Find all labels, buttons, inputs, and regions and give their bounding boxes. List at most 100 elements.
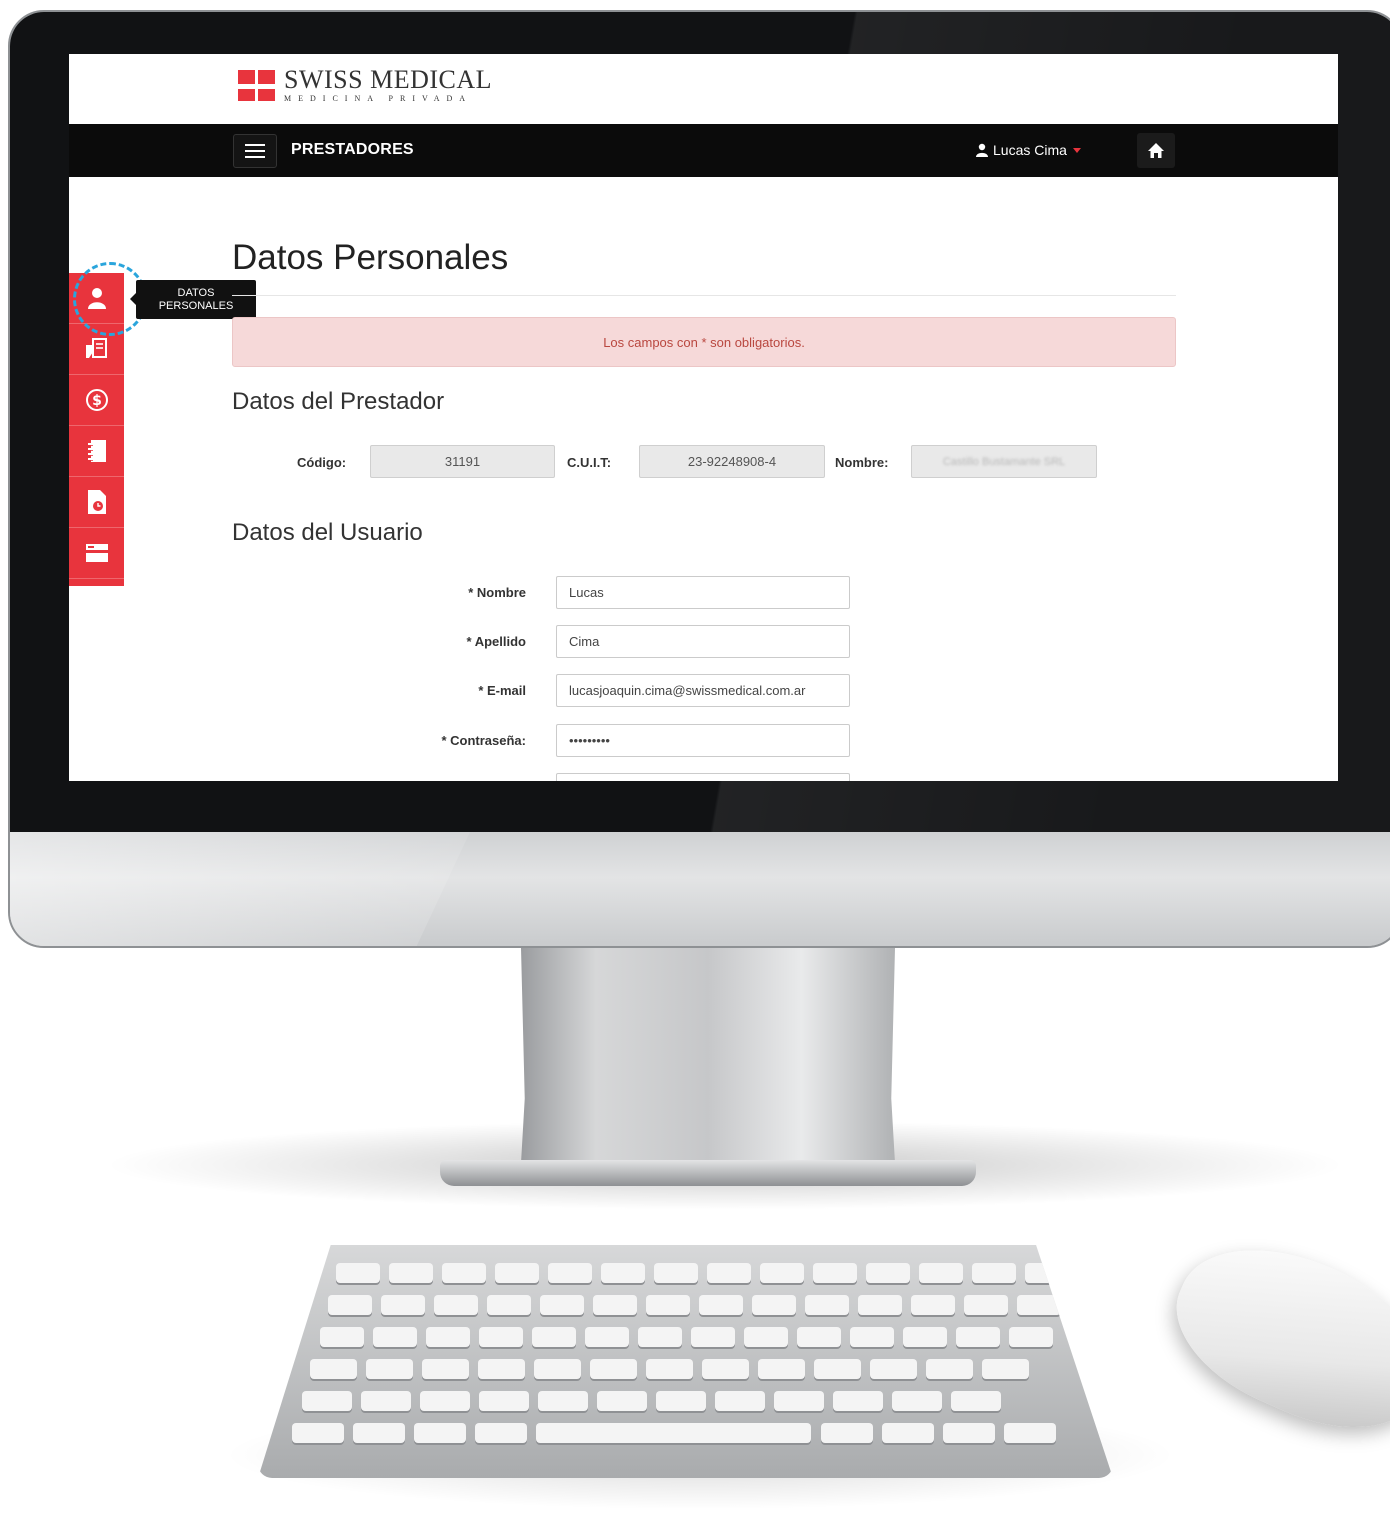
email-input[interactable] [556,674,850,707]
tooltip-line-2: PERSONALES [158,299,234,312]
sidebar-item-registro[interactable] [69,426,124,477]
keyboard-key [538,1391,588,1411]
sidebar-item-documentos[interactable] [69,477,124,528]
dollar-icon: $ [85,389,108,411]
logo[interactable]: SWISS MEDICAL MEDICINA PRIVADA [284,66,492,104]
keyboard-key [797,1327,841,1347]
keyboard-key [426,1327,470,1347]
tooltip-line-1: DATOS [177,286,215,299]
keyboard-key [479,1327,523,1347]
menu-toggle-button[interactable] [233,134,277,168]
user-menu-dropdown[interactable]: Lucas Cima [975,142,1081,158]
keyboard-key [373,1327,417,1347]
cuit-label: C.U.I.T: [567,455,612,470]
keyboard-key [540,1295,584,1315]
keyboard-key [850,1327,894,1347]
keyboard-key [1004,1423,1056,1443]
card-icon [85,544,108,562]
keyboard-key [534,1359,581,1379]
apellido-input[interactable] [556,625,850,658]
sidebar-item-tarjetas[interactable] [69,528,124,579]
next-field-partial[interactable] [556,773,850,781]
keyboard-key [943,1423,995,1443]
keyboard-key [813,1263,857,1283]
nav-title[interactable]: PRESTADORES [291,141,414,159]
keyboard-key [964,1295,1008,1315]
top-navbar: PRESTADORES Lucas Cima [69,124,1338,177]
logo-bar: SWISS MEDICAL MEDICINA PRIVADA [69,54,1338,125]
nombre-label: * Nombre [468,585,526,600]
keyboard-key [548,1263,592,1283]
keyboard-key [866,1263,910,1283]
keyboard-key [597,1391,647,1411]
keyboard-key [536,1423,811,1443]
nombre-prestador-label: Nombre: [835,455,889,470]
logo-name: SWISS MEDICAL [284,65,493,94]
sidebar-item-pagos[interactable]: $ [69,375,124,426]
keyboard-key [646,1359,693,1379]
keyboard-key [707,1263,751,1283]
section-title-prestador: Datos del Prestador [232,388,445,415]
keyboard-key [654,1263,698,1283]
nombre-input[interactable] [556,576,850,609]
keyboard-key [487,1295,531,1315]
section-title-usuario: Datos del Usuario [232,519,423,546]
keyboard-key [858,1295,902,1315]
keyboard-key [758,1359,805,1379]
keyboard-key [593,1295,637,1315]
keyboard-key [420,1391,470,1411]
keyboard-key [475,1423,527,1443]
keyboard-key [702,1359,749,1379]
keyboard-key [381,1295,425,1315]
keyboard-key [833,1391,883,1411]
keyboard-key [972,1263,1016,1283]
keyboard-key [882,1423,934,1443]
keyboard-key [903,1327,947,1347]
keyboard-key [752,1295,796,1315]
home-button[interactable] [1137,133,1175,168]
apellido-label: * Apellido [466,634,526,649]
keyboard-key [585,1327,629,1347]
keyboard-key [956,1327,1000,1347]
prescription-icon [85,338,107,358]
keyboard-key [328,1295,372,1315]
keyboard-key [422,1359,469,1379]
keyboard-key [870,1359,917,1379]
home-icon [1148,142,1164,158]
keyboard-key [656,1391,706,1411]
keyboard-key [366,1359,413,1379]
keyboard-key [361,1391,411,1411]
keyboard-key [310,1359,357,1379]
keyboard-key [805,1295,849,1315]
password-input[interactable] [556,724,850,757]
keyboard-key [1025,1263,1069,1283]
monitor-stand-base [440,1160,976,1186]
keyboard-key [1017,1295,1061,1315]
keyboard-key [434,1295,478,1315]
document-clock-icon [87,490,106,514]
keyboard-key [479,1391,529,1411]
sidebar-tooltip: DATOS PERSONALES [130,280,256,319]
logo-tagline: MEDICINA PRIVADA [284,94,473,103]
monitor-stand [521,948,895,1163]
keyboard-key [478,1359,525,1379]
keyboard-key [774,1391,824,1411]
notebook-icon [87,440,106,462]
keyboard-key [389,1263,433,1283]
keyboard-key [892,1391,942,1411]
keyboard-key [1009,1327,1053,1347]
keyboard-key [715,1391,765,1411]
swiss-medical-logo-icon [236,68,276,104]
title-divider [232,295,1176,296]
keyboard-key [601,1263,645,1283]
codigo-field: 31191 [370,445,555,478]
svg-text:$: $ [92,393,102,409]
user-name: Lucas Cima [993,142,1067,158]
keyboard-key [414,1423,466,1443]
keyboard-key [691,1327,735,1347]
codigo-label: Código: [297,455,347,470]
keyboard-key [982,1359,1029,1379]
nombre-prestador-field: Castillo Bustamante SRL [911,445,1097,478]
keyboard-key [638,1327,682,1347]
email-label: * E-mail [478,683,526,698]
